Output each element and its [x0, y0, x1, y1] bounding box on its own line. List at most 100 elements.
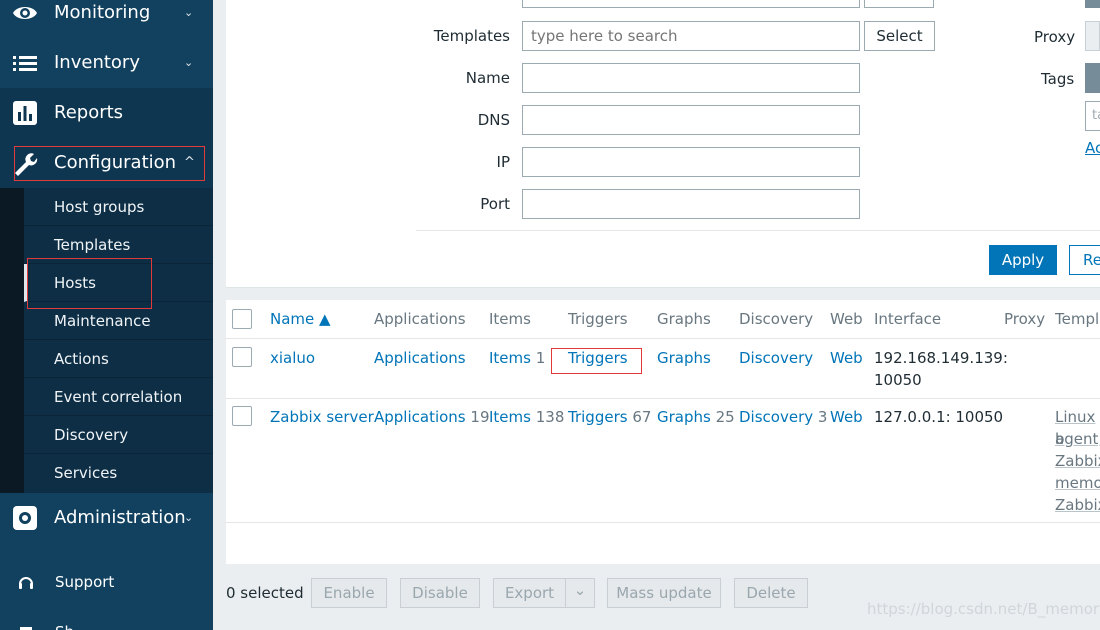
- nav-support[interactable]: Support: [0, 562, 213, 602]
- items-count: 1: [535, 349, 546, 367]
- submenu-indent-bar: [0, 188, 24, 493]
- row-divider: [226, 398, 1100, 399]
- col-header-proxy: Proxy: [1004, 310, 1046, 328]
- submenu-label: Host groups: [54, 198, 145, 216]
- graphs-link[interactable]: Graphs: [657, 347, 711, 369]
- interface-value: 127.0.0.1: 10050: [874, 408, 1004, 426]
- nav-monitoring-label: Monitoring: [54, 2, 151, 23]
- graphs-link[interactable]: Graphs 25: [657, 406, 735, 428]
- delete-button[interactable]: Delete: [734, 578, 808, 608]
- col-header-triggers: Triggers: [568, 310, 628, 328]
- col-header-templates: Templa: [1055, 310, 1100, 328]
- tag-name-input[interactable]: ta: [1085, 101, 1100, 131]
- host-groups-select-button[interactable]: [864, 0, 934, 8]
- host-name-link[interactable]: xialuo: [270, 347, 315, 369]
- select-all-checkbox[interactable]: [232, 309, 252, 329]
- nav-inventory[interactable]: Inventory ⌄: [0, 38, 213, 88]
- discovery-link[interactable]: Discovery: [739, 347, 813, 369]
- tags-label: Tags: [1041, 70, 1075, 88]
- applications-link[interactable]: Applications 19: [374, 406, 490, 428]
- templates-label: Templates: [433, 27, 510, 45]
- disable-button[interactable]: Disable: [400, 578, 480, 608]
- triggers-link[interactable]: Triggers 67: [568, 406, 651, 428]
- row-checkbox[interactable]: [232, 347, 252, 367]
- enable-button[interactable]: Enable: [311, 578, 387, 608]
- export-button[interactable]: Export: [493, 578, 566, 608]
- applications-link-label: Applications: [374, 408, 466, 426]
- chevron-down-icon: ⌄: [184, 6, 194, 19]
- sidebar: Monitoring ⌄ Inventory ⌄ Reports Configu…: [0, 0, 213, 630]
- col-header-name[interactable]: Name ▲: [270, 300, 331, 338]
- discovery-link[interactable]: Discovery 3: [739, 406, 827, 428]
- add-tag-link[interactable]: Ac: [1085, 139, 1100, 157]
- dns-label: DNS: [477, 111, 510, 129]
- web-link[interactable]: Web: [830, 406, 863, 428]
- templates-input[interactable]: [522, 21, 860, 51]
- templates-select-button[interactable]: Select: [864, 21, 935, 51]
- configuration-submenu: Host groups Templates Hosts Maintenance …: [0, 188, 213, 493]
- triggers-link-label: Triggers: [568, 408, 628, 426]
- host-name-link[interactable]: Zabbix server: [270, 406, 374, 428]
- highlight-triggers: [551, 348, 642, 374]
- col-header-web: Web: [830, 310, 863, 328]
- highlight-configuration: [14, 146, 205, 181]
- right-top-block: [1085, 0, 1100, 8]
- interface-value: 192.168.149.139:: [874, 349, 1008, 367]
- mass-update-button[interactable]: Mass update: [607, 578, 721, 608]
- gear-icon: [13, 506, 37, 530]
- eye-icon: [13, 7, 37, 19]
- name-input[interactable]: [522, 63, 860, 93]
- nav-share[interactable]: Sh: [0, 612, 213, 630]
- reset-button[interactable]: Re: [1069, 245, 1100, 275]
- nav-administration[interactable]: Administration ⌄: [0, 493, 213, 543]
- items-link-label: Items: [489, 349, 531, 367]
- tags-mode-button[interactable]: [1085, 63, 1100, 93]
- list-icon: [13, 56, 37, 71]
- discovery-count: 3: [817, 408, 828, 426]
- items-link-label: Items: [489, 408, 531, 426]
- chevron-down-icon: ⌄: [184, 511, 194, 524]
- col-header-graphs: Graphs: [657, 310, 711, 328]
- interface-port: 10050: [874, 371, 922, 389]
- dns-input[interactable]: [522, 105, 860, 135]
- template-link[interactable]: Zabbix: [1055, 494, 1100, 516]
- port-input[interactable]: [522, 189, 860, 219]
- web-link[interactable]: Web: [830, 347, 863, 369]
- submenu-label: Event correlation: [54, 388, 183, 406]
- submenu-actions[interactable]: Actions: [24, 340, 213, 378]
- triggers-count: 67: [632, 408, 652, 426]
- template-link[interactable]: memor: [1055, 472, 1100, 494]
- export-dropdown-caret[interactable]: ⌄: [565, 578, 595, 608]
- applications-count: 19: [470, 408, 490, 426]
- items-link[interactable]: Items 1: [489, 347, 545, 369]
- submenu-event-correlation[interactable]: Event correlation: [24, 378, 213, 416]
- items-link[interactable]: Items 138: [489, 406, 564, 428]
- watermark-text: https://blog.csdn.net/B_memory: [867, 600, 1100, 618]
- submenu-host-groups[interactable]: Host groups: [24, 188, 213, 226]
- filter-panel: typ Templates Select Name DNS IP Port Pr…: [226, 0, 1100, 288]
- port-label: Port: [480, 195, 510, 213]
- row-checkbox[interactable]: [232, 406, 252, 426]
- host-groups-input[interactable]: typ: [522, 0, 860, 8]
- nav-reports-label: Reports: [54, 102, 124, 123]
- chevron-down-icon: ⌄: [573, 581, 587, 599]
- template-link[interactable]: Zabbix: [1055, 450, 1100, 472]
- share-icon: [20, 627, 32, 630]
- ip-label: IP: [496, 153, 510, 171]
- chevron-down-icon: ⌄: [184, 56, 194, 69]
- applications-link[interactable]: Applications: [374, 347, 466, 369]
- proxy-input[interactable]: [1085, 21, 1100, 51]
- highlight-hosts: [27, 258, 152, 309]
- apply-button[interactable]: Apply: [989, 245, 1057, 275]
- nav-monitoring[interactable]: Monitoring ⌄: [0, 0, 213, 38]
- template-link[interactable]: agent,: [1055, 428, 1100, 450]
- ip-input[interactable]: [522, 147, 860, 177]
- nav-reports[interactable]: Reports: [0, 88, 213, 138]
- submenu-label: Discovery: [54, 426, 129, 444]
- submenu-discovery[interactable]: Discovery: [24, 416, 213, 454]
- graphs-count: 25: [715, 408, 735, 426]
- nav-inventory-label: Inventory: [54, 52, 140, 73]
- col-header-items: Items: [489, 310, 531, 328]
- col-header-discovery: Discovery: [739, 310, 814, 328]
- submenu-services[interactable]: Services: [24, 454, 213, 492]
